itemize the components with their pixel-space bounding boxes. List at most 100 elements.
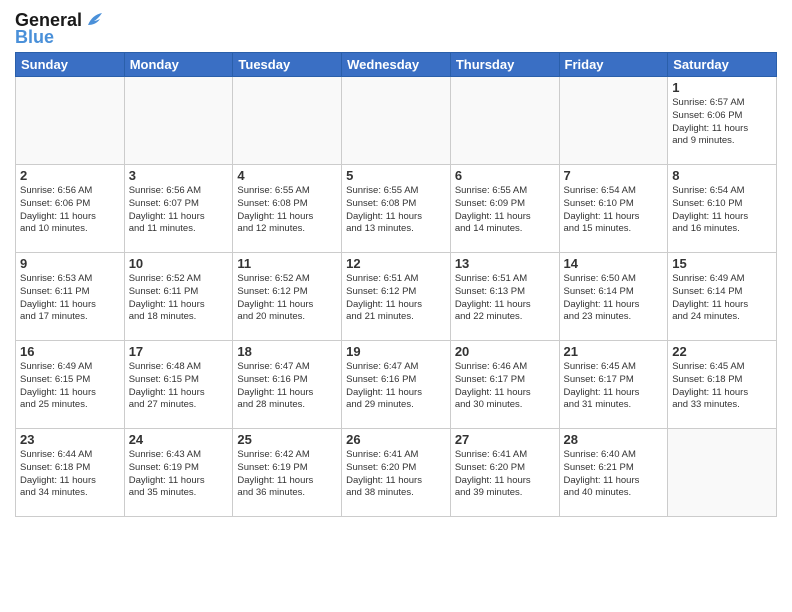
day-info: Sunrise: 6:47 AMSunset: 6:16 PMDaylight:…	[346, 361, 446, 412]
day-info: Sunrise: 6:46 AMSunset: 6:17 PMDaylight:…	[455, 361, 555, 412]
day-info: Sunrise: 6:43 AMSunset: 6:19 PMDaylight:…	[129, 449, 229, 500]
header: General Blue	[15, 10, 777, 48]
day-number: 3	[129, 168, 229, 183]
day-cell: 7Sunrise: 6:54 AMSunset: 6:10 PMDaylight…	[559, 165, 668, 253]
day-number: 12	[346, 256, 446, 271]
week-row-4: 23 Sunrise: 6:44 AMSunset: 6:18 PMDayligh…	[16, 429, 777, 517]
day-info: Sunrise: 6:51 AMSunset: 6:13 PMDaylight:…	[455, 273, 555, 324]
calendar-table: SundayMondayTuesdayWednesdayThursdayFrid…	[15, 52, 777, 517]
day-number: 8	[672, 168, 772, 183]
day-info: Sunrise: 6:56 AMSunset: 6:06 PMDaylight:…	[20, 185, 120, 236]
day-number: 24	[129, 432, 229, 447]
weekday-tuesday: Tuesday	[233, 53, 342, 77]
day-cell: 8 Sunrise: 6:54 AMSunset: 6:10 PMDaylight…	[668, 165, 777, 253]
day-number: 11	[237, 256, 337, 271]
day-info: Sunrise: 6:45 AMSunset: 6:18 PMDaylight:…	[672, 361, 772, 412]
day-cell: 10 Sunrise: 6:52 AMSunset: 6:11 PMDayligh…	[124, 253, 233, 341]
day-cell: 14Sunrise: 6:50 AMSunset: 6:14 PMDayligh…	[559, 253, 668, 341]
day-info: Sunrise: 6:42 AMSunset: 6:19 PMDaylight:…	[237, 449, 337, 500]
day-number: 5	[346, 168, 446, 183]
day-cell	[124, 77, 233, 165]
day-cell: 16 Sunrise: 6:49 AMSunset: 6:15 PMDayligh…	[16, 341, 125, 429]
day-info: Sunrise: 6:57 AMSunset: 6:06 PMDaylight:…	[672, 97, 772, 148]
day-number: 28	[564, 432, 664, 447]
day-info: Sunrise: 6:51 AMSunset: 6:12 PMDaylight:…	[346, 273, 446, 324]
day-info: Sunrise: 6:53 AMSunset: 6:11 PMDaylight:…	[20, 273, 120, 324]
day-cell: 23 Sunrise: 6:44 AMSunset: 6:18 PMDayligh…	[16, 429, 125, 517]
weekday-sunday: Sunday	[16, 53, 125, 77]
day-cell	[233, 77, 342, 165]
day-cell: 13Sunrise: 6:51 AMSunset: 6:13 PMDayligh…	[450, 253, 559, 341]
week-row-1: 2 Sunrise: 6:56 AMSunset: 6:06 PMDaylight…	[16, 165, 777, 253]
week-row-0: 1 Sunrise: 6:57 AMSunset: 6:06 PMDaylight…	[16, 77, 777, 165]
day-number: 14	[564, 256, 664, 271]
day-cell: 5 Sunrise: 6:55 AMSunset: 6:08 PMDaylight…	[342, 165, 451, 253]
page-container: General Blue SundayMondayTuesdayWednesda…	[0, 0, 792, 527]
day-cell: 22Sunrise: 6:45 AMSunset: 6:18 PMDayligh…	[668, 341, 777, 429]
calendar-header: SundayMondayTuesdayWednesdayThursdayFrid…	[16, 53, 777, 77]
day-number: 27	[455, 432, 555, 447]
day-cell: 26 Sunrise: 6:41 AMSunset: 6:20 PMDayligh…	[342, 429, 451, 517]
day-cell: 27 Sunrise: 6:41 AMSunset: 6:20 PMDayligh…	[450, 429, 559, 517]
day-info: Sunrise: 6:47 AMSunset: 6:16 PMDaylight:…	[237, 361, 337, 412]
day-cell: 4 Sunrise: 6:55 AMSunset: 6:08 PMDaylight…	[233, 165, 342, 253]
day-cell: 24 Sunrise: 6:43 AMSunset: 6:19 PMDayligh…	[124, 429, 233, 517]
day-info: Sunrise: 6:41 AMSunset: 6:20 PMDaylight:…	[455, 449, 555, 500]
day-info: Sunrise: 6:55 AMSunset: 6:08 PMDaylight:…	[346, 185, 446, 236]
day-number: 20	[455, 344, 555, 359]
day-info: Sunrise: 6:41 AMSunset: 6:20 PMDaylight:…	[346, 449, 446, 500]
day-number: 4	[237, 168, 337, 183]
day-number: 16	[20, 344, 120, 359]
day-number: 15	[672, 256, 772, 271]
day-cell: 9 Sunrise: 6:53 AMSunset: 6:11 PMDaylight…	[16, 253, 125, 341]
day-cell	[668, 429, 777, 517]
day-info: Sunrise: 6:52 AMSunset: 6:12 PMDaylight:…	[237, 273, 337, 324]
day-info: Sunrise: 6:54 AMSunset: 6:10 PMDaylight:…	[672, 185, 772, 236]
calendar-body: 1 Sunrise: 6:57 AMSunset: 6:06 PMDaylight…	[16, 77, 777, 517]
day-cell: 21 Sunrise: 6:45 AMSunset: 6:17 PMDayligh…	[559, 341, 668, 429]
day-info: Sunrise: 6:49 AMSunset: 6:14 PMDaylight:…	[672, 273, 772, 324]
day-number: 9	[20, 256, 120, 271]
weekday-thursday: Thursday	[450, 53, 559, 77]
day-number: 26	[346, 432, 446, 447]
day-info: Sunrise: 6:55 AMSunset: 6:08 PMDaylight:…	[237, 185, 337, 236]
day-cell: 19 Sunrise: 6:47 AMSunset: 6:16 PMDayligh…	[342, 341, 451, 429]
day-cell	[559, 77, 668, 165]
day-info: Sunrise: 6:40 AMSunset: 6:21 PMDaylight:…	[564, 449, 664, 500]
day-info: Sunrise: 6:45 AMSunset: 6:17 PMDaylight:…	[564, 361, 664, 412]
day-cell	[342, 77, 451, 165]
day-info: Sunrise: 6:54 AMSunset: 6:10 PMDaylight:…	[564, 185, 664, 236]
day-cell: 12 Sunrise: 6:51 AMSunset: 6:12 PMDayligh…	[342, 253, 451, 341]
day-number: 10	[129, 256, 229, 271]
day-cell: 11 Sunrise: 6:52 AMSunset: 6:12 PMDayligh…	[233, 253, 342, 341]
day-info: Sunrise: 6:44 AMSunset: 6:18 PMDaylight:…	[20, 449, 120, 500]
day-info: Sunrise: 6:52 AMSunset: 6:11 PMDaylight:…	[129, 273, 229, 324]
day-cell: 18 Sunrise: 6:47 AMSunset: 6:16 PMDayligh…	[233, 341, 342, 429]
day-info: Sunrise: 6:55 AMSunset: 6:09 PMDaylight:…	[455, 185, 555, 236]
day-number: 6	[455, 168, 555, 183]
day-number: 23	[20, 432, 120, 447]
day-number: 17	[129, 344, 229, 359]
weekday-row: SundayMondayTuesdayWednesdayThursdayFrid…	[16, 53, 777, 77]
day-number: 1	[672, 80, 772, 95]
week-row-2: 9 Sunrise: 6:53 AMSunset: 6:11 PMDaylight…	[16, 253, 777, 341]
day-cell: 28 Sunrise: 6:40 AMSunset: 6:21 PMDayligh…	[559, 429, 668, 517]
day-cell: 1 Sunrise: 6:57 AMSunset: 6:06 PMDaylight…	[668, 77, 777, 165]
day-number: 2	[20, 168, 120, 183]
day-info: Sunrise: 6:48 AMSunset: 6:15 PMDaylight:…	[129, 361, 229, 412]
weekday-wednesday: Wednesday	[342, 53, 451, 77]
day-cell	[450, 77, 559, 165]
logo: General Blue	[15, 10, 106, 48]
day-number: 21	[564, 344, 664, 359]
day-info: Sunrise: 6:49 AMSunset: 6:15 PMDaylight:…	[20, 361, 120, 412]
day-cell: 6 Sunrise: 6:55 AMSunset: 6:09 PMDaylight…	[450, 165, 559, 253]
day-cell: 2 Sunrise: 6:56 AMSunset: 6:06 PMDaylight…	[16, 165, 125, 253]
week-row-3: 16 Sunrise: 6:49 AMSunset: 6:15 PMDayligh…	[16, 341, 777, 429]
logo-bird-icon	[84, 11, 106, 29]
weekday-saturday: Saturday	[668, 53, 777, 77]
day-number: 18	[237, 344, 337, 359]
day-cell: 20 Sunrise: 6:46 AMSunset: 6:17 PMDayligh…	[450, 341, 559, 429]
weekday-monday: Monday	[124, 53, 233, 77]
day-cell: 15 Sunrise: 6:49 AMSunset: 6:14 PMDayligh…	[668, 253, 777, 341]
day-number: 19	[346, 344, 446, 359]
